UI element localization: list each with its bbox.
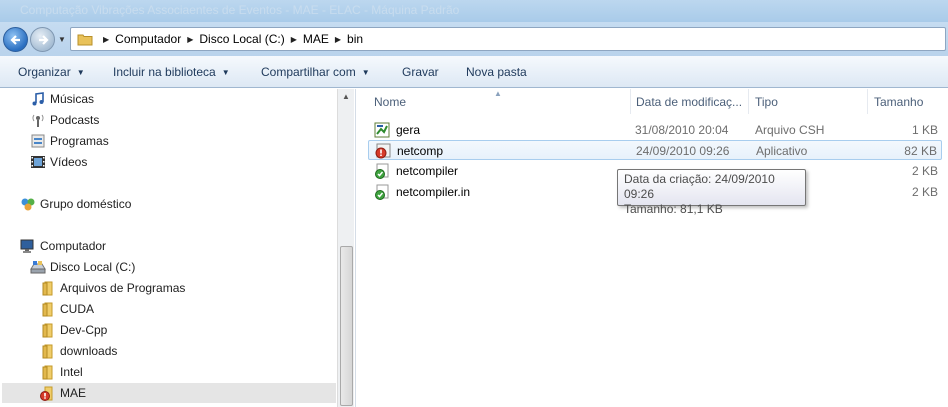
file-name: netcompiler [396, 164, 459, 178]
nav-item-label: Intel [60, 365, 83, 379]
address-row: ▼ ▶ Computador ▶ Disco Local (C:) ▶ MAE … [0, 22, 948, 56]
folder-icon [40, 364, 56, 380]
command-bar: Organizar ▼ Incluir na biblioteca ▼ Compar… [0, 56, 948, 88]
programs-icon [30, 133, 46, 149]
arrow-right-icon [38, 34, 49, 45]
application-icon [375, 143, 391, 159]
nav-item-label: MAE [60, 386, 87, 400]
nav-item-arquivos-de-programas[interactable]: Arquivos de Programas [40, 278, 185, 298]
file-name: gera [396, 123, 421, 137]
nav-item-label: Grupo doméstico [40, 197, 132, 211]
file-row-netcomp[interactable]: netcomp 24/09/2010 09:26 Aplicativo 82 K… [368, 140, 942, 160]
drive-icon [30, 259, 46, 275]
nav-item-podcasts[interactable]: Podcasts [30, 110, 99, 130]
column-header-type[interactable]: Tipo [749, 89, 868, 114]
music-icon [30, 91, 46, 107]
sort-indicator-icon: ▲ [494, 89, 502, 98]
column-header-size[interactable]: Tamanho [868, 89, 948, 114]
file-date: 31/08/2010 20:04 [635, 123, 729, 137]
breadcrumb-separator[interactable]: ▶ [335, 35, 341, 44]
address-bar[interactable]: ▶ Computador ▶ Disco Local (C:) ▶ MAE ▶ … [70, 27, 946, 51]
nav-item-musicas[interactable]: Músicas [30, 89, 94, 109]
breadcrumb-separator[interactable]: ▶ [187, 35, 193, 44]
scroll-thumb[interactable] [340, 246, 353, 406]
tooltip-size: Tamanho: 81,1 KB [624, 202, 723, 216]
nav-item-videos[interactable]: Vídeos [30, 152, 87, 172]
nav-item-cuda[interactable]: CUDA [40, 299, 94, 319]
nav-item-label: Vídeos [50, 155, 88, 169]
nav-item-downloads[interactable]: downloads [40, 341, 117, 361]
nav-item-label: Dev-Cpp [60, 323, 108, 337]
folder-icon [40, 280, 56, 296]
navigation-pane: Músicas Podcasts Programas Vídeos Grupo … [0, 89, 355, 407]
nav-item-label: Programas [50, 134, 109, 148]
file-name: netcomp [397, 144, 444, 158]
nav-item-label: Arquivos de Programas [60, 281, 186, 295]
file-size: 82 KB [904, 144, 937, 158]
video-icon [30, 154, 46, 170]
mae-folder-icon [40, 385, 56, 401]
arrow-left-icon [9, 34, 20, 45]
include-library-label: Incluir na biblioteca [113, 65, 216, 79]
include-library-button[interactable]: Incluir na biblioteca ▼ [113, 65, 230, 79]
nav-item-programas[interactable]: Programas [30, 131, 109, 151]
chevron-down-icon: ▼ [221, 68, 230, 77]
organize-label: Organizar [18, 65, 71, 79]
nav-item-label: CUDA [60, 302, 95, 316]
file-type: Aplicativo [756, 144, 808, 158]
share-with-label: Compartilhar com [261, 65, 356, 79]
breadcrumb-computador[interactable]: Computador [115, 32, 181, 46]
nav-item-label: Computador [40, 239, 107, 253]
nav-item-disco-local[interactable]: Disco Local (C:) [30, 257, 135, 277]
column-header-date[interactable]: Data de modificaç... [630, 89, 749, 114]
folder-icon [40, 343, 56, 359]
breadcrumb-disco-local[interactable]: Disco Local (C:) [199, 32, 284, 46]
nav-item-computador[interactable]: Computador [20, 236, 106, 256]
scroll-up-arrow-icon[interactable]: ▲ [342, 92, 350, 101]
folder-icon [77, 34, 93, 46]
file-list-pane: Nome Data de modificaç... Tipo Tamanho g… [356, 89, 948, 407]
file-type: Arquivo CSH [755, 123, 825, 137]
nav-item-dev-cpp[interactable]: Dev-Cpp [40, 320, 107, 340]
breadcrumb-mae[interactable]: MAE [303, 32, 329, 46]
file-name: netcompiler.in [396, 185, 471, 199]
script-file-icon [374, 163, 390, 179]
chevron-down-icon: ▼ [361, 68, 370, 77]
nav-item-label: Músicas [50, 92, 95, 106]
forward-button[interactable] [30, 27, 55, 52]
nav-item-label: Disco Local (C:) [50, 260, 136, 274]
homegroup-icon [20, 196, 36, 212]
title-bar: Computação Vibrações Associaentes de Eve… [0, 0, 948, 22]
computer-icon [20, 238, 36, 254]
script-file-icon [374, 184, 390, 200]
recent-pages-dropdown[interactable]: ▼ [58, 35, 66, 44]
nav-item-grupo-domestico[interactable]: Grupo doméstico [20, 194, 131, 214]
podcast-icon [30, 112, 46, 128]
csh-file-icon [374, 122, 390, 138]
file-info-tooltip: Data da criação: 24/09/2010 09:26 Tamanh… [617, 169, 806, 216]
file-size: 1 KB [911, 123, 938, 137]
breadcrumb-separator[interactable]: ▶ [103, 35, 109, 44]
back-button[interactable] [3, 27, 28, 52]
breadcrumb-bin[interactable]: bin [347, 32, 363, 46]
file-date: 24/09/2010 09:26 [636, 144, 730, 158]
folder-icon [40, 322, 56, 338]
file-size: 2 KB [911, 164, 938, 178]
file-row-gera[interactable]: gera 31/08/2010 20:04 Arquivo CSH 1 KB [368, 120, 942, 140]
breadcrumb-separator[interactable]: ▶ [291, 35, 297, 44]
tooltip-created: Data da criação: 24/09/2010 09:26 [624, 172, 775, 201]
nav-item-label: downloads [60, 344, 118, 358]
nav-scrollbar[interactable]: ▲ [337, 89, 354, 407]
new-folder-button[interactable]: Nova pasta [466, 65, 527, 79]
folder-icon [40, 301, 56, 317]
window-title: Computação Vibrações Associaentes de Eve… [20, 3, 460, 17]
burn-button[interactable]: Gravar [402, 65, 439, 79]
file-size: 2 KB [911, 185, 938, 199]
nav-item-mae[interactable]: MAE [2, 383, 336, 403]
organize-button[interactable]: Organizar ▼ [18, 65, 85, 79]
nav-item-label: Podcasts [50, 113, 100, 127]
chevron-down-icon: ▼ [76, 68, 85, 77]
share-with-button[interactable]: Compartilhar com ▼ [261, 65, 370, 79]
nav-item-intel[interactable]: Intel [40, 362, 83, 382]
